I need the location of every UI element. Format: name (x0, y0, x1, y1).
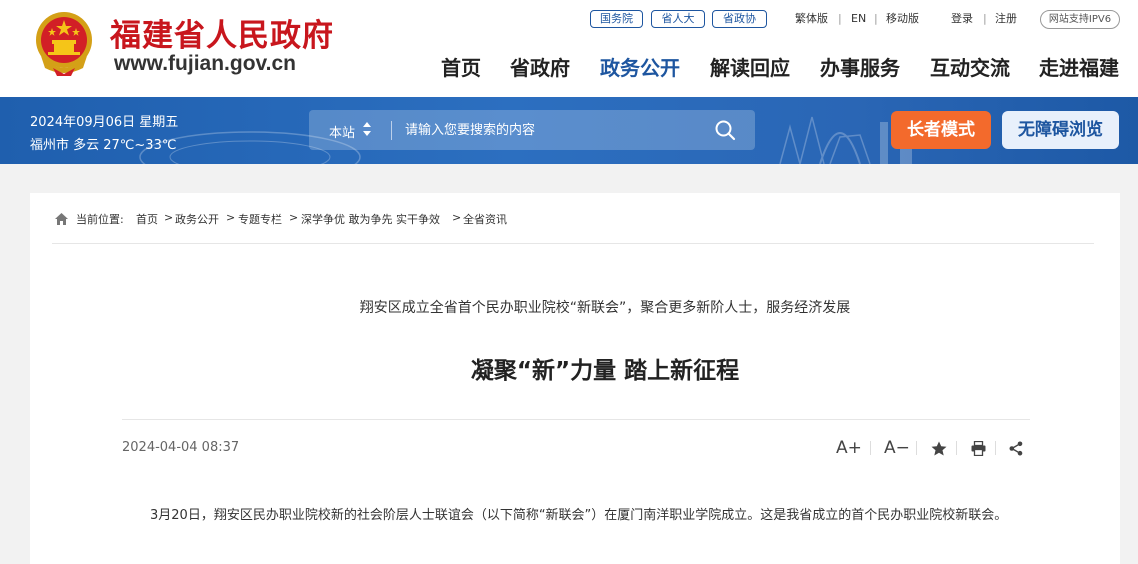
home-icon (55, 213, 68, 225)
tool-separator (916, 441, 917, 455)
accessible-browse-button[interactable]: 无障碍浏览 (1002, 111, 1119, 149)
breadcrumb-divider (52, 243, 1094, 244)
breadcrumb-government-affairs[interactable]: 政务公开 (175, 211, 219, 227)
site-url[interactable]: www.fujian.gov.cn (114, 52, 296, 76)
search-bar: 本站 (309, 110, 755, 150)
breadcrumb-separator: > (452, 211, 462, 224)
article-paragraph: 3月20日，翔安区民办职业院校新的社会阶层人士联谊会（以下简称“新联会”）在厦门… (150, 508, 1008, 523)
share-button[interactable] (1009, 441, 1023, 461)
tool-separator (956, 441, 957, 455)
favorite-button[interactable] (931, 441, 947, 461)
current-date: 2024年09月06日 星期五 (30, 115, 179, 130)
font-increase-button[interactable]: A+ (836, 438, 862, 458)
search-icon[interactable] (714, 119, 736, 141)
cppcc-link[interactable]: 省政协 (712, 10, 767, 28)
breadcrumb-label: 当前位置: (76, 213, 124, 226)
nav-about-fujian[interactable]: 走进福建 (1039, 52, 1119, 81)
login-link[interactable]: 登录 (951, 11, 973, 27)
nav-interaction[interactable]: 互动交流 (930, 52, 1010, 81)
search-divider (391, 121, 392, 140)
tool-separator (870, 441, 871, 455)
weather-info: 福州市 多云 27℃~33℃ (30, 138, 177, 153)
updown-arrow-icon[interactable] (362, 120, 372, 138)
english-link[interactable]: EN (851, 11, 866, 27)
publish-date: 2024-04-04 08:37 (122, 440, 240, 455)
breadcrumb-home[interactable]: 首页 (136, 211, 158, 227)
print-button[interactable] (971, 441, 986, 461)
site-title[interactable]: 福建省人民政府 (110, 10, 334, 55)
provincial-congress-link[interactable]: 省人大 (651, 10, 705, 28)
title-divider (122, 419, 1030, 420)
article-title: 凝聚“新”力量 踏上新征程 (470, 358, 740, 384)
search-input[interactable] (405, 120, 705, 140)
search-scope-select[interactable]: 本站 (329, 122, 355, 141)
article-subtitle: 翔安区成立全省首个民办职业院校“新联会”，聚合更多新阶人士，服务经济发展 (359, 300, 851, 316)
breadcrumb-separator: > (289, 211, 299, 224)
ipv6-badge: 网站支持IPV6 (1040, 10, 1120, 29)
register-link[interactable]: 注册 (995, 11, 1017, 27)
font-decrease-button[interactable]: A− (884, 438, 910, 458)
share-icon (1009, 441, 1023, 456)
breadcrumb-separator: > (164, 211, 174, 224)
national-emblem-icon[interactable] (33, 10, 95, 76)
article-card: 当前位置: 首页 > 政务公开 > 专题专栏 > 深学争优 敢为争先 实干争效 … (30, 193, 1120, 564)
nav-government-affairs[interactable]: 政务公开 (600, 52, 680, 81)
breadcrumb-special-topics[interactable]: 专题专栏 (238, 211, 282, 227)
util-separator: | (874, 12, 878, 25)
nav-services[interactable]: 办事服务 (820, 52, 900, 81)
nav-provincial-government[interactable]: 省政府 (510, 52, 570, 81)
banner: 2024年09月06日 星期五 福州市 多云 27℃~33℃ 本站 长者模式 无… (0, 97, 1138, 164)
star-icon (931, 441, 947, 456)
nav-home[interactable]: 首页 (441, 52, 481, 81)
elder-mode-button[interactable]: 长者模式 (891, 111, 991, 149)
breadcrumb-separator: > (226, 211, 236, 224)
breadcrumb-topic[interactable]: 深学争优 敢为争先 实干争效 (301, 211, 440, 227)
site-header: 福建省人民政府 www.fujian.gov.cn 国务院 省人大 省政协 繁体… (0, 0, 1138, 97)
traditional-chinese-link[interactable]: 繁体版 (795, 11, 828, 27)
nav-interpretation[interactable]: 解读回应 (710, 52, 790, 81)
mobile-link[interactable]: 移动版 (886, 11, 919, 27)
printer-icon (971, 441, 986, 456)
util-separator: | (983, 12, 987, 25)
tool-separator (995, 441, 996, 455)
state-council-link[interactable]: 国务院 (590, 10, 643, 28)
util-separator: | (838, 12, 842, 25)
breadcrumb-current[interactable]: 全省资讯 (463, 211, 507, 227)
